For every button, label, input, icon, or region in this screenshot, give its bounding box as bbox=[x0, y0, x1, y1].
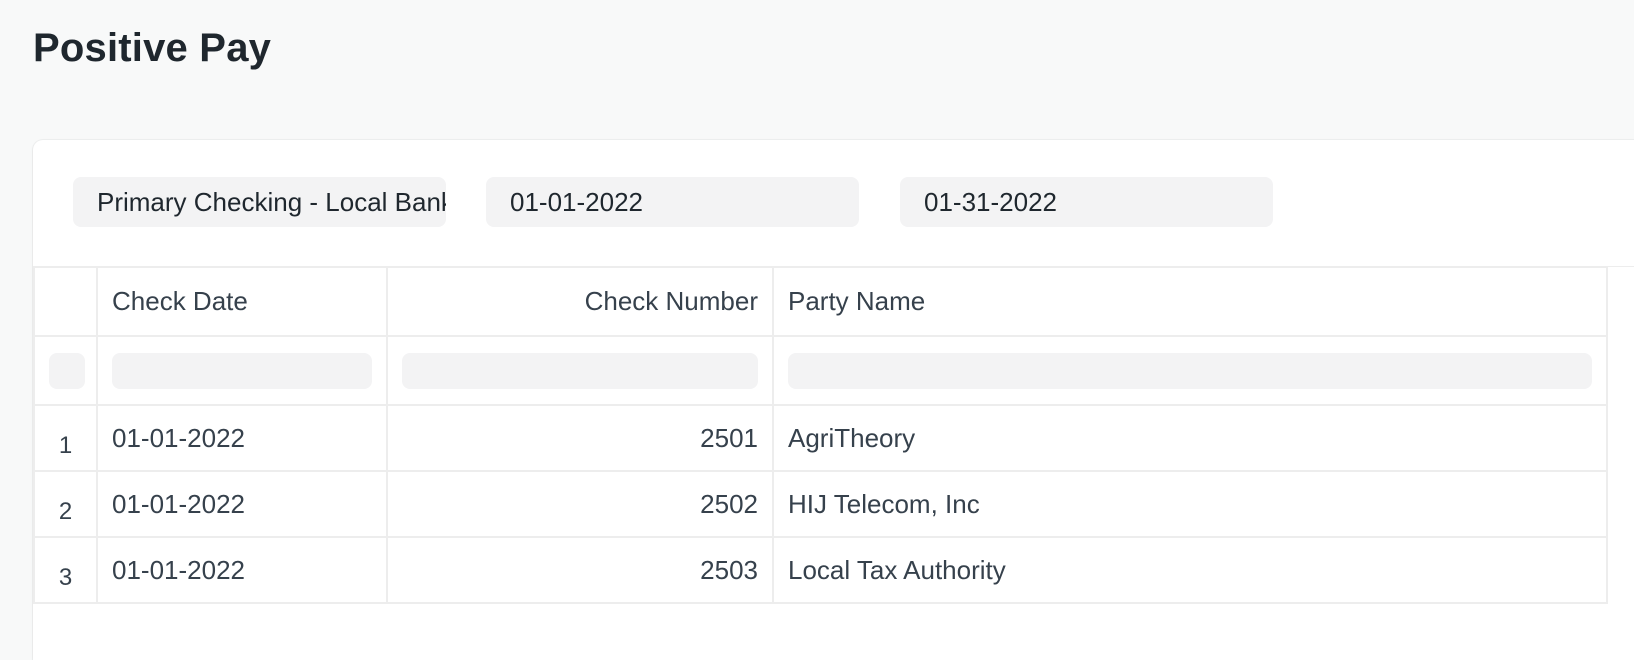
check-date-cell[interactable]: 01-01-2022 bbox=[96, 404, 388, 472]
party-name-cell[interactable]: HIJ Telecom, Inc bbox=[772, 470, 1608, 538]
column-header-check-date[interactable]: Check Date bbox=[96, 266, 388, 337]
check-date-cell[interactable]: 01-01-2022 bbox=[96, 470, 388, 538]
check-number-cell[interactable]: 2503 bbox=[386, 536, 774, 604]
column-header-party-name[interactable]: Party Name bbox=[772, 266, 1608, 337]
table-row[interactable]: 2 01-01-2022 2502 HIJ Telecom, Inc bbox=[33, 470, 1608, 538]
table-row[interactable]: 1 01-01-2022 2501 AgriTheory bbox=[33, 404, 1608, 472]
from-date-value: 01-01-2022 bbox=[510, 187, 643, 217]
party-name-filter-input[interactable] bbox=[788, 352, 1592, 389]
table-header-row: Check Date Check Number Party Name bbox=[33, 266, 1608, 337]
check-date-cell[interactable]: 01-01-2022 bbox=[96, 536, 388, 604]
party-name-cell[interactable]: Local Tax Authority bbox=[772, 536, 1608, 604]
party-name-cell[interactable]: AgriTheory bbox=[772, 404, 1608, 472]
account-filter[interactable]: Primary Checking - Local Bank bbox=[73, 177, 446, 227]
filter-bar: Primary Checking - Local Bank 01-01-2022… bbox=[33, 140, 1634, 267]
check-date-filter-input[interactable] bbox=[112, 352, 372, 389]
column-filter-row bbox=[33, 335, 1608, 406]
row-index: 1 bbox=[33, 404, 98, 472]
row-index-header bbox=[33, 266, 98, 337]
report-card: Primary Checking - Local Bank 01-01-2022… bbox=[33, 140, 1634, 660]
page-title: Positive Pay bbox=[33, 26, 272, 70]
table-row[interactable]: 3 01-01-2022 2503 Local Tax Authority bbox=[33, 536, 1608, 604]
to-date-value: 01-31-2022 bbox=[924, 187, 1057, 217]
check-number-cell[interactable]: 2502 bbox=[386, 470, 774, 538]
to-date-filter[interactable]: 01-31-2022 bbox=[900, 177, 1273, 227]
account-filter-value: Primary Checking - Local Bank bbox=[97, 187, 446, 217]
from-date-filter[interactable]: 01-01-2022 bbox=[486, 177, 859, 227]
check-number-filter-input[interactable] bbox=[402, 352, 758, 389]
check-number-cell[interactable]: 2501 bbox=[386, 404, 774, 472]
report-table: Check Date Check Number Party Name 1 01-… bbox=[33, 266, 1608, 604]
row-index: 2 bbox=[33, 470, 98, 538]
index-filter-input[interactable] bbox=[49, 352, 85, 389]
column-header-check-number[interactable]: Check Number bbox=[386, 266, 774, 337]
row-index: 3 bbox=[33, 536, 98, 604]
